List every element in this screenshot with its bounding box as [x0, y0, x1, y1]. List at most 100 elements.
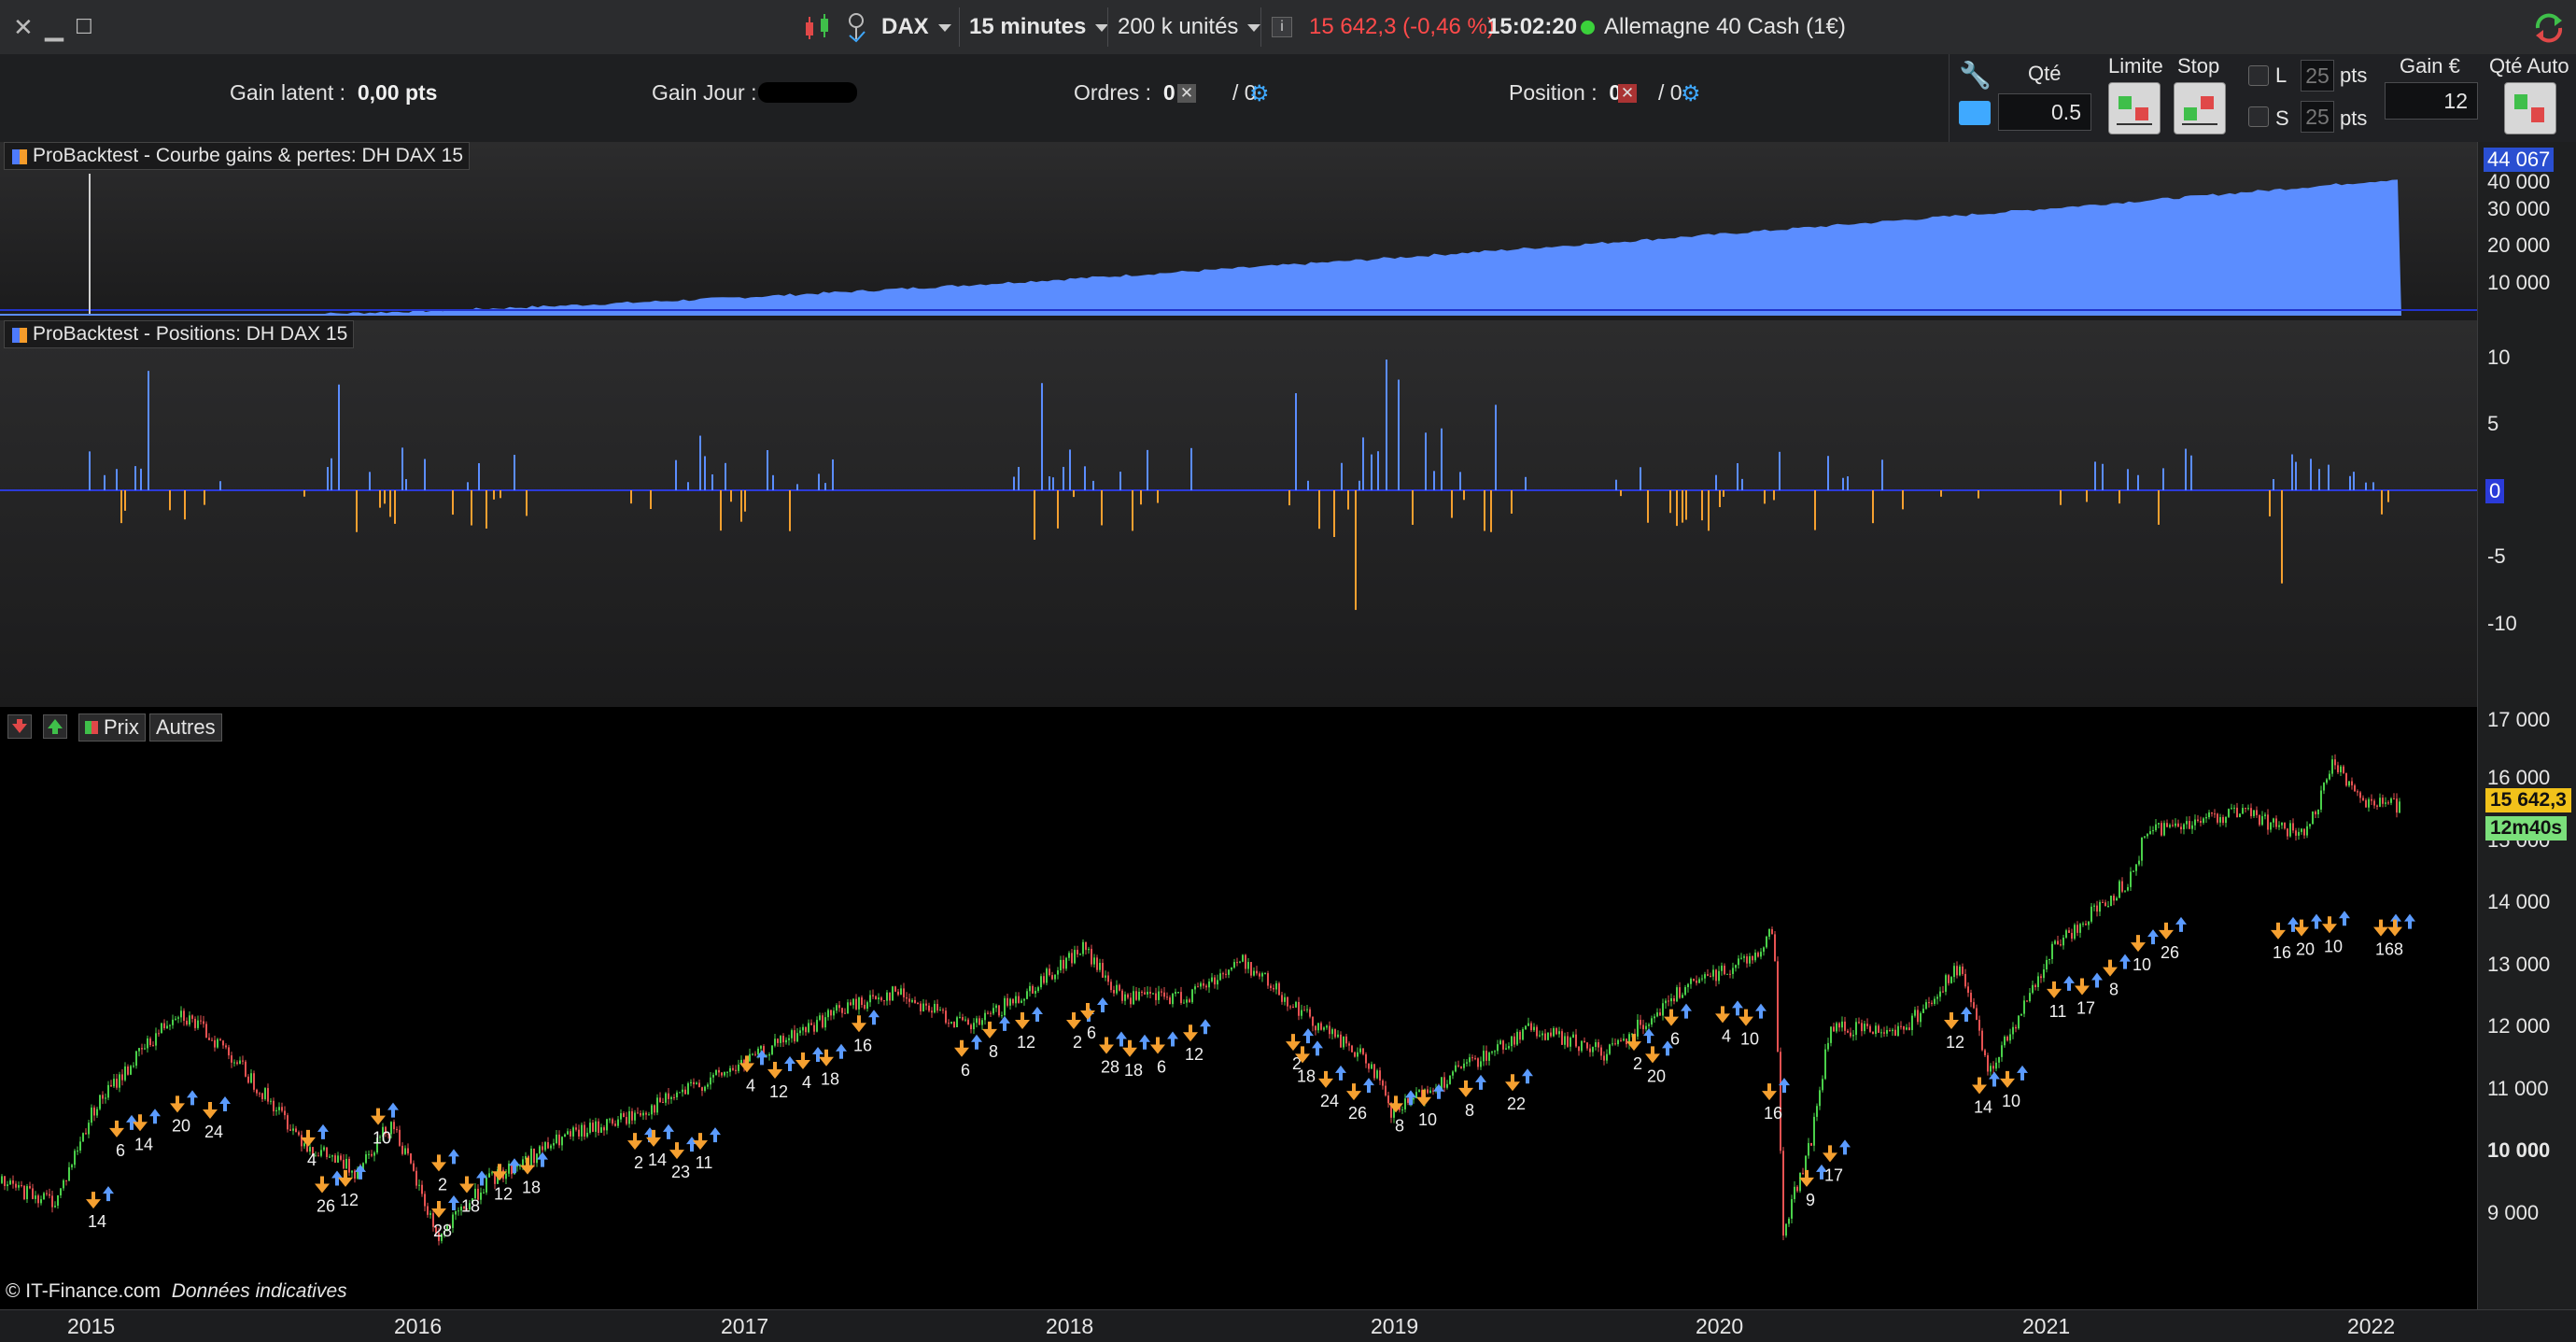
orders-settings-icon[interactable]: ⚙	[1249, 80, 1270, 107]
short-pts-input[interactable]: 25	[2301, 101, 2334, 133]
long-position-bar	[1041, 383, 1043, 490]
candle-body	[124, 1066, 126, 1081]
position-settings-icon[interactable]: ⚙	[1681, 80, 1701, 107]
candle-body	[1169, 997, 1171, 1005]
trade-count-label: 6	[1087, 1024, 1096, 1042]
candle-body	[253, 1073, 255, 1090]
candle-body	[1956, 966, 1958, 976]
attach-icon[interactable]	[844, 11, 868, 43]
candle-body	[2368, 798, 2370, 808]
short-pts-unit: pts	[2340, 106, 2368, 130]
qty-auto-button[interactable]	[2504, 82, 2556, 134]
candle-body	[4, 1176, 6, 1187]
long-position-bar	[1341, 462, 1343, 490]
equity-panel-title[interactable]: ProBacktest - Courbe gains & pertes: DH …	[4, 142, 471, 170]
minimize-icon[interactable]: ▁	[45, 0, 63, 54]
candle-body	[483, 1192, 485, 1194]
candle-body	[592, 1123, 594, 1132]
candle-body	[2382, 798, 2384, 804]
wrench-icon[interactable]: 🔧	[1959, 60, 1992, 91]
candle-body	[1738, 958, 1739, 966]
candle-body	[2231, 808, 2232, 810]
candle-body	[1679, 987, 1681, 998]
candle-body	[1824, 1049, 1826, 1080]
short-position-bar	[1719, 490, 1721, 508]
candle-body	[74, 1151, 76, 1165]
stop-order-button[interactable]	[2174, 82, 2226, 134]
qty-input[interactable]: 0.5	[1998, 93, 2091, 131]
candle-body	[654, 1105, 655, 1113]
candle-body	[1303, 1010, 1305, 1011]
candle-body	[799, 1030, 801, 1034]
long-position-bar	[796, 484, 798, 490]
buy-arrow-icon[interactable]	[43, 714, 67, 739]
close-position-icon[interactable]: ✕	[1618, 84, 1637, 103]
trade-marker: 10	[2131, 929, 2159, 974]
sell-trade-icon	[2322, 916, 2337, 934]
trade-marker: 10	[1738, 1003, 1767, 1049]
candle-body	[239, 1060, 241, 1065]
candle-body	[233, 1062, 235, 1064]
candle-body	[1561, 1031, 1563, 1045]
candle-body	[1729, 973, 1731, 975]
candle-body	[65, 1180, 67, 1181]
candle-body	[1502, 1040, 1504, 1050]
short-checkbox[interactable]	[2248, 106, 2269, 127]
candle-body	[2317, 809, 2319, 815]
candle-body	[2088, 921, 2090, 925]
candle-body	[43, 1193, 45, 1200]
candle-body	[371, 1153, 373, 1156]
candle-body	[782, 1036, 784, 1043]
info-icon[interactable]: i	[1272, 17, 1292, 37]
candle-body	[91, 1107, 92, 1123]
candle-body	[54, 1206, 56, 1208]
short-position-bar	[1347, 490, 1349, 510]
maximize-icon[interactable]: ☐	[75, 0, 93, 54]
buy-trade-icon	[103, 1186, 114, 1202]
candle-body	[1074, 950, 1076, 964]
candle-body	[707, 1084, 709, 1087]
candle-body	[351, 1170, 353, 1173]
trade-count-label: 4	[307, 1151, 317, 1169]
candle-body	[2267, 814, 2269, 830]
close-icon[interactable]: ✕	[13, 0, 34, 54]
candle-body	[1584, 1040, 1585, 1043]
cancel-orders-icon[interactable]: ✕	[1177, 84, 1196, 103]
candle-body	[158, 1033, 160, 1035]
instrument-selector[interactable]: DAX	[881, 0, 951, 54]
long-pts-input[interactable]: 25	[2301, 60, 2334, 92]
candle-body	[1133, 991, 1134, 1005]
year-tick: 2022	[2347, 1314, 2396, 1338]
candle-body	[1987, 1054, 1989, 1072]
candle-body	[2175, 823, 2176, 826]
sell-trade-icon	[86, 1192, 101, 1209]
sell-arrow-icon[interactable]	[7, 714, 32, 739]
positions-panel-title[interactable]: ProBacktest - Positions: DH DAX 15	[4, 320, 355, 348]
candle-body	[838, 1005, 840, 1009]
candle-body	[189, 1015, 190, 1025]
candle-body	[1872, 1031, 1874, 1035]
trade-count-label: 6	[1670, 1030, 1680, 1049]
keyboard-icon[interactable]	[1959, 101, 1991, 125]
legend-price[interactable]: Prix	[78, 713, 146, 742]
candle-body	[421, 1184, 423, 1194]
legend-others[interactable]: Autres	[149, 713, 222, 742]
candle-body	[2054, 940, 2056, 944]
candle-body	[794, 1030, 795, 1042]
short-position-bar	[1484, 490, 1485, 531]
long-checkbox[interactable]	[2248, 65, 2269, 86]
candle-body	[1572, 1034, 1574, 1038]
timeframe-selector[interactable]: 15 minutes	[969, 0, 1109, 54]
gain-input[interactable]: 12	[2385, 82, 2478, 120]
sync-icon[interactable]	[2532, 11, 2566, 45]
candle-body	[662, 1101, 664, 1103]
limit-order-button[interactable]	[2108, 82, 2161, 134]
candle-body	[1852, 1035, 1854, 1037]
candlestick-icon[interactable]	[803, 13, 833, 41]
candle-body	[1586, 1042, 1588, 1049]
units-selector[interactable]: 200 k unités	[1118, 0, 1261, 54]
candle-body	[2312, 812, 2314, 825]
sell-trade-icon	[338, 1169, 353, 1187]
candle-body	[9, 1180, 11, 1185]
candle-body	[1595, 1042, 1597, 1048]
